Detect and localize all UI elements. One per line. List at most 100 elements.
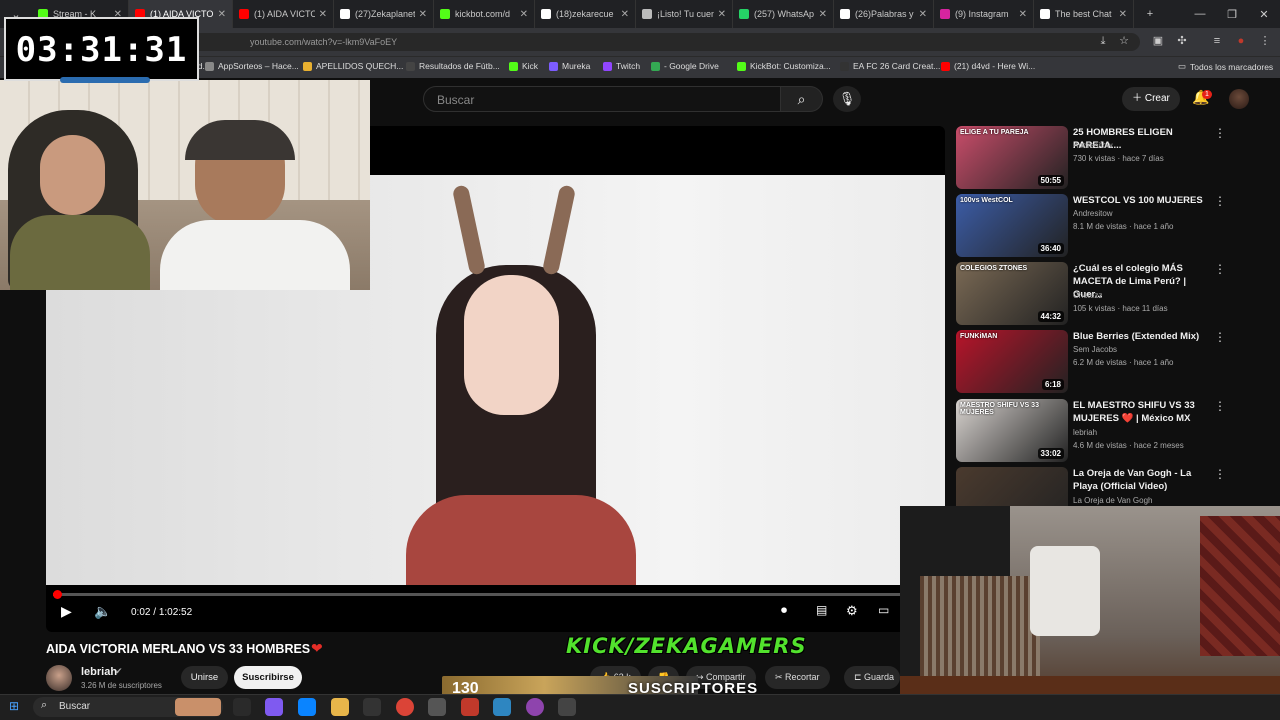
edge-icon[interactable]	[298, 698, 316, 716]
app-icon-3[interactable]	[461, 698, 479, 716]
bookmark-item[interactable]: AppSorteos – Hace...	[205, 61, 299, 71]
new-tab-icon[interactable]: +	[1134, 8, 1166, 20]
app-icon-6[interactable]	[558, 698, 576, 716]
recommendation-channel[interactable]: Andresitow	[1073, 141, 1113, 150]
tab-close-icon[interactable]: ✕	[919, 9, 927, 20]
recommendation-channel[interactable]: lebriah	[1073, 428, 1097, 437]
tab-close-icon[interactable]: ✕	[718, 9, 726, 20]
windows-start-icon[interactable]: ⊞	[9, 699, 19, 713]
more-options-icon[interactable]: ⋮	[1214, 194, 1226, 208]
recommendation-thumbnail[interactable]: 100vs WestCOL 36:40	[956, 194, 1068, 257]
close-window-icon[interactable]: ✕	[1248, 8, 1280, 21]
bookmark-item[interactable]: Resultados de Fútb...	[406, 61, 500, 71]
tab-close-icon[interactable]: ✕	[819, 9, 827, 20]
recommendation-thumbnail[interactable]: MAESTRO SHIFU VS 33 MUJERES 33:02	[956, 399, 1068, 462]
search-input[interactable]: Buscar	[423, 86, 781, 112]
app-icon-5[interactable]	[526, 698, 544, 716]
recommendation-channel[interactable]: Andresitow	[1073, 209, 1113, 218]
tab-close-icon[interactable]: ✕	[218, 9, 226, 20]
autoplay-toggle-icon[interactable]: ⏺	[781, 603, 787, 618]
minimize-icon[interactable]: —	[1184, 8, 1216, 20]
chrome-icon[interactable]	[396, 698, 414, 716]
tab-3[interactable]: (27)Zekaplanet ✕	[334, 0, 434, 28]
play-icon[interactable]: ▶	[61, 603, 72, 620]
save-button[interactable]: ⊏ Guarda	[844, 666, 900, 689]
channel-avatar[interactable]	[46, 665, 72, 691]
app-icon-4[interactable]	[493, 698, 511, 716]
more-options-icon[interactable]: ⋮	[1214, 262, 1226, 276]
media-controls-icon[interactable]: ≡	[1209, 33, 1225, 49]
subtitles-icon[interactable]: ▤	[816, 603, 827, 617]
tab-6[interactable]: ¡Listo! Tu cuen ✕	[636, 0, 733, 28]
browser-menu-icon[interactable]: ⋮	[1257, 33, 1273, 49]
recommendation-item[interactable]: MAESTRO SHIFU VS 33 MUJERES 33:02 EL MAEST…	[956, 399, 1266, 463]
tab-close-icon[interactable]: ✕	[1019, 9, 1027, 20]
bookmark-item[interactable]: EA FC 26 Card Creat...	[840, 61, 940, 71]
extensions-puzzle-icon[interactable]: ✣	[1174, 33, 1190, 49]
bookmark-star-icon[interactable]: ☆	[1116, 33, 1132, 49]
recommendation-item[interactable]: 100vs WestCOL 36:40 WESTCOL VS 100 MUJERES…	[956, 194, 1266, 258]
volume-icon[interactable]: 🔈	[94, 603, 111, 620]
tab-8[interactable]: (26)Palabras y ✕	[834, 0, 934, 28]
recommendation-channel[interactable]: La Oreja de Van Gogh	[1073, 496, 1152, 505]
recommendation-title[interactable]: La Oreja de Van Gogh - La Playa (Officia…	[1073, 467, 1213, 493]
search-button[interactable]: ⌕	[781, 86, 823, 112]
recommendation-title[interactable]: WESTCOL VS 100 MUJERES	[1073, 194, 1213, 207]
tab-2[interactable]: (1) AIDA VICTO ✕	[233, 0, 334, 28]
recommendation-item[interactable]: FUNKiMAN 6:18 Blue Berries (Extended Mix) S…	[956, 330, 1266, 394]
tab-9[interactable]: (9) Instagram ✕	[934, 0, 1034, 28]
bookmark-item[interactable]: APELLIDOS QUECH...	[303, 61, 403, 71]
theater-mode-icon[interactable]: ▭	[878, 603, 889, 617]
tab-10[interactable]: The best Chat ✕	[1034, 0, 1134, 28]
bookmark-item[interactable]: Twitch	[603, 61, 640, 71]
recommendation-thumbnail[interactable]: ELIGE A TU PAREJA 50:55	[956, 126, 1068, 189]
more-options-icon[interactable]: ⋮	[1214, 467, 1226, 481]
all-bookmarks-folder[interactable]: ▭ Todos los marcadores	[1178, 61, 1273, 72]
recommendation-title[interactable]: EL MAESTRO SHIFU VS 33 MUJERES ❤️ | Méxi…	[1073, 399, 1213, 425]
join-button[interactable]: Unirse	[181, 666, 228, 689]
more-options-icon[interactable]: ⋮	[1214, 399, 1226, 413]
settings-gear-icon[interactable]: ⚙	[846, 603, 858, 619]
progress-scrubber[interactable]	[53, 590, 62, 599]
tab-4[interactable]: kickbot.com/d ✕	[434, 0, 535, 28]
install-app-icon[interactable]: ⤓	[1095, 33, 1111, 49]
recommendation-item[interactable]: ELIGE A TU PAREJA 50:55 25 HOMBRES ELIGEN …	[956, 126, 1266, 190]
bookmark-item[interactable]: - Google Drive	[651, 61, 719, 71]
voice-search-button[interactable]: 🎙	[833, 86, 861, 112]
create-button[interactable]: ＋ Crear	[1122, 87, 1180, 111]
app-icon[interactable]	[363, 698, 381, 716]
address-bar[interactable]: youtube.com/watch?v=-lkm9VaFoEY	[120, 33, 1140, 51]
extension-icon[interactable]: ▣	[1150, 33, 1166, 49]
recommendation-item[interactable]: COLEGIOS ZTONES 44:32 ¿Cuál es el colegio …	[956, 262, 1266, 326]
bookmark-item[interactable]: (21) d4vd - Here Wi...	[941, 61, 1035, 71]
user-avatar[interactable]	[1229, 89, 1249, 109]
recommendation-channel[interactable]: Chetezz	[1073, 291, 1102, 300]
profile-icon[interactable]: ●	[1233, 33, 1249, 49]
more-options-icon[interactable]: ⋮	[1214, 330, 1226, 344]
more-options-icon[interactable]: ⋮	[1214, 126, 1226, 140]
recommendation-thumbnail[interactable]: COLEGIOS ZTONES 44:32	[956, 262, 1068, 325]
tab-close-icon[interactable]: ✕	[319, 9, 327, 20]
maximize-icon[interactable]: ❐	[1216, 8, 1248, 21]
tab-close-icon[interactable]: ✕	[621, 9, 629, 20]
subscribe-button[interactable]: Suscribirse	[234, 666, 302, 689]
copilot-icon[interactable]	[265, 698, 283, 716]
bookmark-item[interactable]: Kick	[509, 61, 538, 71]
recommendation-thumbnail[interactable]: FUNKiMAN 6:18	[956, 330, 1068, 393]
taskbar-news-widget-icon[interactable]	[175, 698, 221, 716]
progress-bar[interactable]	[53, 593, 938, 596]
tab-close-icon[interactable]: ✕	[419, 9, 427, 20]
app-icon-2[interactable]	[428, 698, 446, 716]
file-explorer-icon[interactable]	[331, 698, 349, 716]
tab-close-icon[interactable]: ✕	[1119, 9, 1127, 20]
task-view-icon[interactable]	[233, 698, 251, 716]
bookmark-item[interactable]: KickBot: Customiza...	[737, 61, 831, 71]
tab-close-icon[interactable]: ✕	[520, 9, 528, 20]
tab-7[interactable]: (257) WhatsAp ✕	[733, 0, 834, 28]
channel-name[interactable]: lebriah	[81, 666, 117, 678]
tab-5[interactable]: (18)zekarecue ✕	[535, 0, 636, 28]
recommendation-title[interactable]: Blue Berries (Extended Mix)	[1073, 330, 1213, 343]
recommendation-channel[interactable]: Sem Jacobs	[1073, 345, 1117, 354]
clip-button[interactable]: ✂ Recortar	[765, 666, 830, 689]
bookmark-item[interactable]: Mureka	[549, 61, 590, 71]
